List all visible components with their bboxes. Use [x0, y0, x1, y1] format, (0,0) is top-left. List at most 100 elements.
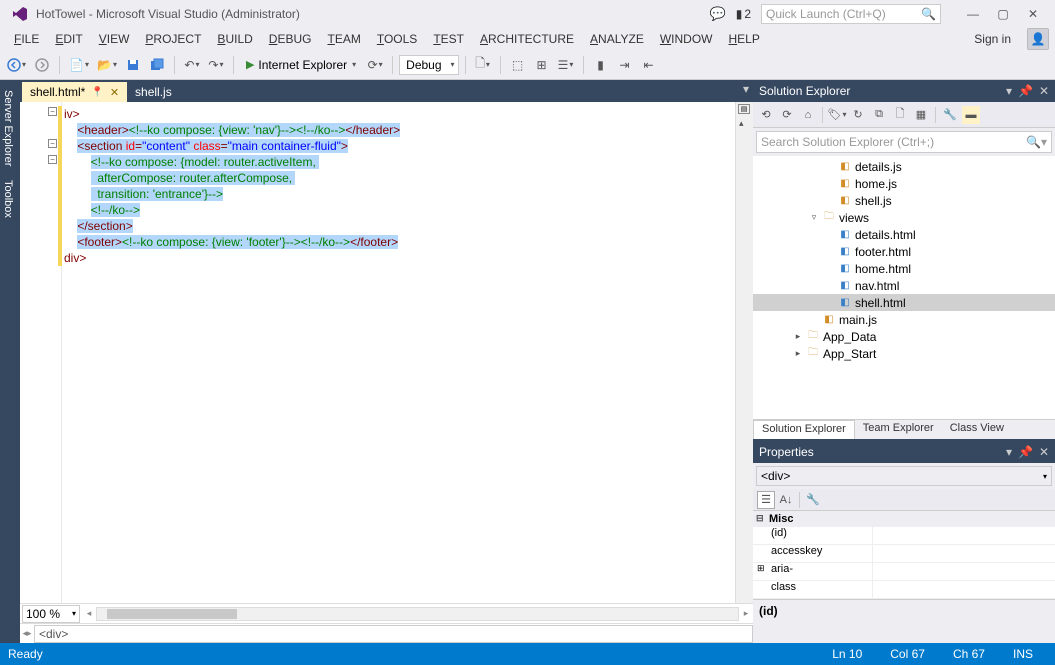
new-project-button[interactable]: 📄▾ [66, 54, 92, 76]
config-dropdown[interactable]: Debug [399, 55, 458, 75]
se-wrench-icon[interactable]: 🔧 [941, 106, 959, 124]
fold-toggle[interactable]: − [48, 155, 57, 164]
toolbar-btn-b[interactable]: ⬚ [507, 54, 529, 76]
menu-file[interactable]: FILE [6, 30, 47, 48]
fold-toggle[interactable]: − [48, 139, 57, 148]
horizontal-scrollbar[interactable] [96, 607, 739, 621]
panel-tab[interactable]: Class View [942, 420, 1012, 439]
toolbar-btn-e[interactable]: ▮ [590, 54, 612, 76]
redo-button[interactable]: ↷▾ [205, 54, 227, 76]
zoom-dropdown[interactable]: 100 %▾ [22, 605, 80, 623]
se-collapse-icon[interactable]: ⧉ [870, 106, 888, 124]
property-row[interactable]: accesskey [753, 545, 1055, 563]
se-sync-icon[interactable]: 🏷▾ [828, 106, 846, 124]
panel-pin-icon[interactable]: 📌 [1018, 445, 1033, 459]
se-refresh-icon[interactable]: ↻ [849, 106, 867, 124]
tree-item[interactable]: ◧shell.js [753, 192, 1055, 209]
se-preview-icon[interactable]: ▬ [962, 106, 980, 124]
undo-button[interactable]: ↶▾ [181, 54, 203, 76]
properties-grid[interactable]: Misc (id)accesskey⊞aria-class [753, 511, 1055, 599]
tree-item[interactable]: ◧home.html [753, 260, 1055, 277]
properties-element-dropdown[interactable]: <div>▾ [756, 466, 1052, 486]
property-row[interactable]: ⊞aria- [753, 563, 1055, 581]
nav-back-button[interactable]: ▾ [4, 54, 29, 76]
maximize-button[interactable]: ▢ [989, 4, 1017, 24]
toolbar-btn-a[interactable]: 🗋▾ [472, 54, 494, 76]
open-file-button[interactable]: 📂▾ [94, 54, 120, 76]
menu-analyze[interactable]: ANALYZE [582, 30, 652, 48]
menu-window[interactable]: WINDOW [652, 30, 721, 48]
start-debug-button[interactable]: ▶ Internet Explorer▾ [240, 54, 362, 76]
se-back-icon[interactable]: ⟲ [757, 106, 775, 124]
browser-refresh-button[interactable]: ⟳▾ [364, 54, 386, 76]
save-all-button[interactable] [146, 54, 168, 76]
tree-item[interactable]: ◧details.html [753, 226, 1055, 243]
se-properties-icon[interactable]: ▦ [912, 106, 930, 124]
prop-alpha-icon[interactable]: A↓ [777, 491, 795, 509]
panel-pin-icon[interactable]: 📌 [1018, 84, 1033, 98]
se-showall-icon[interactable]: 🗋 [891, 106, 909, 124]
toolbar-btn-c[interactable]: ⊞ [531, 54, 553, 76]
panel-dropdown-icon[interactable]: ▾ [1006, 84, 1012, 98]
menu-tools[interactable]: TOOLS [369, 30, 425, 48]
panel-close-icon[interactable]: ✕ [1039, 84, 1049, 98]
toolbar-btn-f[interactable]: ⇥ [614, 54, 636, 76]
crumb-left[interactable]: ◂▸ [20, 628, 34, 639]
menu-test[interactable]: TEST [425, 30, 472, 48]
doc-tab[interactable]: shell.html*📍✕ [22, 82, 127, 102]
tree-item[interactable]: ◧main.js [753, 311, 1055, 328]
tree-item[interactable]: ◧footer.html [753, 243, 1055, 260]
prop-category[interactable]: Misc [753, 511, 1055, 527]
save-button[interactable] [122, 54, 144, 76]
tabs-dropdown-icon[interactable]: ▾ [743, 82, 749, 96]
side-tab-server-explorer[interactable]: Server Explorer [0, 84, 20, 172]
property-row[interactable]: class [753, 581, 1055, 599]
menu-build[interactable]: BUILD [209, 30, 260, 48]
solution-tree[interactable]: ◧details.js◧home.js◧shell.js▿🗀views◧deta… [753, 156, 1055, 419]
menu-architecture[interactable]: ARCHITECTURE [472, 30, 582, 48]
close-tab-icon[interactable]: ✕ [110, 86, 119, 99]
menu-edit[interactable]: EDIT [47, 30, 90, 48]
code-editor[interactable]: − − − iv> <header><!--ko compose: {view:… [20, 102, 753, 603]
tree-item[interactable]: ◧home.js [753, 175, 1055, 192]
menu-project[interactable]: PROJECT [137, 30, 209, 48]
menu-team[interactable]: TEAM [319, 30, 368, 48]
feedback-icon[interactable]: 💬 [710, 6, 726, 22]
hscroll-right[interactable]: ▸ [739, 608, 753, 619]
tree-item[interactable]: ▸🗀App_Start [753, 345, 1055, 362]
toolbar-btn-g[interactable]: ⇤ [638, 54, 660, 76]
split-icon[interactable]: ▤ [738, 104, 750, 114]
prop-events-icon[interactable]: 🔧 [804, 491, 822, 509]
element-crumb[interactable]: <div> [34, 625, 753, 643]
user-avatar-icon[interactable]: 👤 [1027, 28, 1049, 50]
hscroll-left[interactable]: ◂ [82, 608, 96, 619]
tree-item[interactable]: ◧details.js [753, 158, 1055, 175]
scroll-up-icon[interactable]: ▴ [739, 118, 744, 129]
panel-close-icon[interactable]: ✕ [1039, 445, 1049, 459]
se-fwd-icon[interactable]: ⟳ [778, 106, 796, 124]
side-tab-toolbox[interactable]: Toolbox [0, 174, 20, 224]
menu-view[interactable]: VIEW [91, 30, 138, 48]
toolbar-btn-d[interactable]: ☰▾ [555, 54, 577, 76]
doc-tab[interactable]: shell.js [127, 82, 180, 102]
menu-debug[interactable]: DEBUG [261, 30, 320, 48]
panel-tab[interactable]: Solution Explorer [753, 420, 855, 439]
close-button[interactable]: ✕ [1019, 4, 1047, 24]
fold-toggle[interactable]: − [48, 107, 57, 116]
quick-launch-input[interactable]: Quick Launch (Ctrl+Q)🔍 [761, 4, 941, 24]
tree-item[interactable]: ◧shell.html [753, 294, 1055, 311]
prop-categorized-icon[interactable]: ☰ [757, 491, 775, 509]
tree-item[interactable]: ▸🗀App_Data [753, 328, 1055, 345]
menu-help[interactable]: HELP [720, 30, 767, 48]
nav-fwd-button[interactable] [31, 54, 53, 76]
pin-icon[interactable]: 📍 [91, 87, 103, 98]
property-row[interactable]: (id) [753, 527, 1055, 545]
se-home-icon[interactable]: ⌂ [799, 106, 817, 124]
tree-item[interactable]: ▿🗀views [753, 209, 1055, 226]
minimize-button[interactable]: — [959, 4, 987, 24]
tree-item[interactable]: ◧nav.html [753, 277, 1055, 294]
sign-in-link[interactable]: Sign in [964, 30, 1021, 48]
panel-tab[interactable]: Team Explorer [855, 420, 942, 439]
panel-dropdown-icon[interactable]: ▾ [1006, 445, 1012, 459]
solution-explorer-search[interactable]: Search Solution Explorer (Ctrl+;)🔍▾ [756, 131, 1052, 153]
